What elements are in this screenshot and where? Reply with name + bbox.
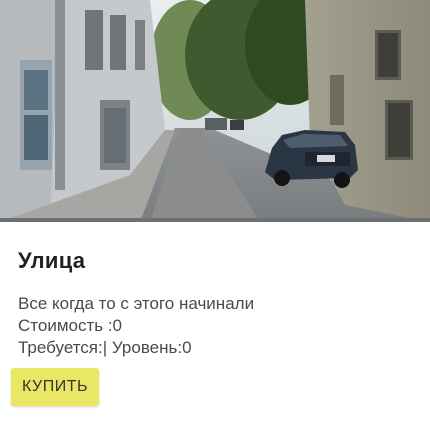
- item-requirements: Требуется:| Уровень:0: [18, 338, 192, 357]
- street-photo: [0, 0, 430, 222]
- item-description-block: Все когда то с этого начинали Стоимость …: [18, 293, 254, 359]
- buy-button[interactable]: КУПИТЬ: [11, 368, 99, 406]
- item-card: Улица Все когда то с этого начинали Стои…: [0, 0, 430, 440]
- item-description: Все когда то с этого начинали: [18, 294, 255, 313]
- item-cost: Стоимость :0: [18, 316, 123, 335]
- item-title: Улица: [18, 248, 86, 273]
